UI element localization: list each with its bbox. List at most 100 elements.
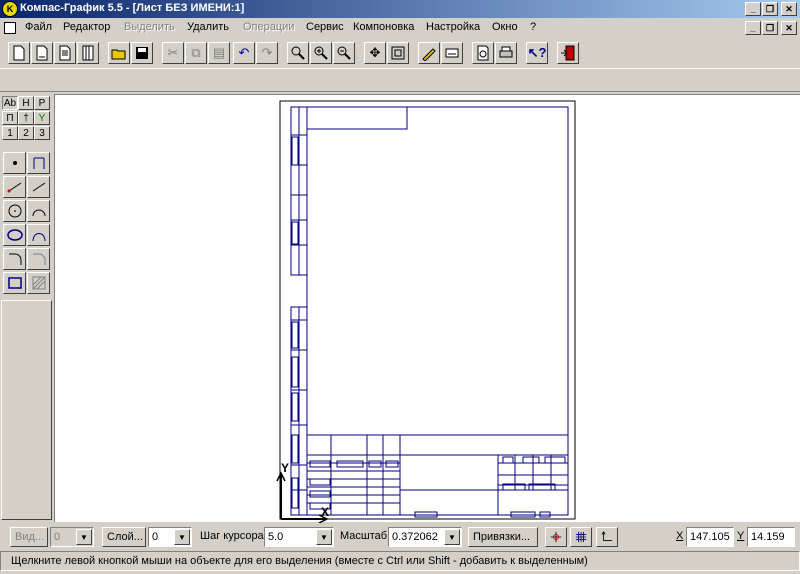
chevron-down-icon[interactable]: ▼ xyxy=(76,529,92,545)
doc-close-button[interactable]: ✕ xyxy=(781,21,797,35)
chevron-down-icon[interactable]: ▼ xyxy=(316,529,332,545)
scale-label: Масштаб xyxy=(340,530,388,542)
cursor-step-combo[interactable]: 5.0 ▼ xyxy=(264,527,334,547)
cut-icon[interactable]: ✂ xyxy=(162,42,184,64)
fillet-tool-icon[interactable] xyxy=(3,248,26,270)
axis-y-label: Y xyxy=(281,461,290,475)
compact-panel: Ab H P П † Y 1 2 3 xyxy=(0,94,53,522)
redo-icon[interactable]: ↷ xyxy=(256,42,278,64)
layer-combo[interactable]: 0 ▼ xyxy=(148,527,192,547)
drawing-canvas[interactable]: Y X xyxy=(54,94,800,524)
drawing-sheet xyxy=(276,100,576,524)
menu-select[interactable]: Выделить xyxy=(124,21,175,33)
new-spec-icon[interactable] xyxy=(77,42,99,64)
view-combo[interactable]: 0 ▼ xyxy=(50,527,94,547)
window-title: Компас-График 5.5 - [Лист БЕЗ ИМЕНИ:1] xyxy=(20,2,245,14)
arc-tool-icon[interactable] xyxy=(27,200,50,222)
document-menu-icon[interactable] xyxy=(4,22,16,34)
point-tool-icon[interactable] xyxy=(3,152,26,174)
preview-icon[interactable] xyxy=(472,42,494,64)
status-bar: Щелкните левой кнопкой мыши на объекте д… xyxy=(0,551,800,571)
minimize-button[interactable]: _ xyxy=(745,2,761,16)
panel-tab-1[interactable]: 1 xyxy=(2,126,18,140)
zoom-out-icon[interactable] xyxy=(333,42,355,64)
new-text-icon[interactable] xyxy=(54,42,76,64)
layer-icon[interactable] xyxy=(441,42,463,64)
layer-button[interactable]: Слой... xyxy=(102,527,146,547)
panel-tab-parameters[interactable]: P xyxy=(34,96,50,110)
snap-toggle-icon[interactable] xyxy=(545,527,567,547)
menu-layout[interactable]: Компоновка xyxy=(353,21,414,33)
menu-service[interactable]: Сервис xyxy=(306,21,344,33)
current-state-bar: Вид... 0 ▼ Слой... 0 ▼ Шаг курсора 5.0 ▼… xyxy=(0,524,800,550)
new-sheet-icon[interactable] xyxy=(31,42,53,64)
copy-icon[interactable]: ⧉ xyxy=(185,42,207,64)
doc-restore-button[interactable]: ❐ xyxy=(762,21,778,35)
y-coord-label: Y xyxy=(737,530,745,542)
zoom-all-icon[interactable] xyxy=(387,42,409,64)
circle-tool-icon[interactable] xyxy=(3,200,26,222)
x-coord-value: 147.105 xyxy=(690,531,730,543)
menu-bar: Файл Редактор Выделить Удалить Операции … xyxy=(0,18,800,38)
properties-icon[interactable] xyxy=(418,42,440,64)
axis-x-label: X xyxy=(321,505,330,519)
spline-tool-icon[interactable] xyxy=(27,224,50,246)
grid-icon[interactable] xyxy=(570,527,592,547)
panel-tab-dimensions[interactable]: H xyxy=(18,96,34,110)
scale-combo[interactable]: 0.372062 ▼ xyxy=(388,527,462,547)
snaps-button[interactable]: Привязки... xyxy=(468,527,538,547)
doc-minimize-button[interactable]: _ xyxy=(745,21,761,35)
print-icon[interactable] xyxy=(495,42,517,64)
menu-help[interactable]: ? xyxy=(530,21,536,33)
main-toolbar: ✂ ⧉ ▤ ↶ ↷ ✥ ↖? xyxy=(0,40,800,68)
kompas-app-icon[interactable]: K xyxy=(2,1,18,17)
y-coord-value: 14.159 xyxy=(751,531,785,543)
open-icon[interactable] xyxy=(108,42,130,64)
panel-tab-2[interactable]: 2 xyxy=(18,126,34,140)
local-coords-icon[interactable] xyxy=(596,527,618,547)
chevron-down-icon[interactable]: ▼ xyxy=(444,529,460,545)
scale-value: 0.372062 xyxy=(392,531,438,543)
parallel-segment-icon[interactable] xyxy=(27,176,50,198)
zoom-in-icon[interactable] xyxy=(310,42,332,64)
panel-empty-area xyxy=(1,300,52,520)
hatch-tool-icon[interactable] xyxy=(27,272,50,294)
new-document-icon[interactable] xyxy=(8,42,30,64)
parameters-toolbar xyxy=(0,68,800,92)
panel-tab-3[interactable]: 3 xyxy=(34,126,50,140)
close-button[interactable]: ✕ xyxy=(781,2,797,16)
zoom-window-icon[interactable] xyxy=(287,42,309,64)
menu-window[interactable]: Окно xyxy=(492,21,518,33)
menu-editor[interactable]: Редактор xyxy=(63,21,110,33)
layer-value: 0 xyxy=(152,531,159,543)
x-coord-field[interactable]: 147.105 xyxy=(686,527,734,547)
menu-file[interactable]: Файл xyxy=(25,21,52,33)
chamfer-tool-icon[interactable] xyxy=(27,248,50,270)
context-help-icon[interactable]: ↖? xyxy=(526,42,548,64)
restore-button[interactable]: ❐ xyxy=(762,2,778,16)
rectangle-tool-icon[interactable] xyxy=(3,272,26,294)
cursor-step-value: 5.0 xyxy=(268,531,284,543)
menu-operations[interactable]: Операции xyxy=(243,21,294,33)
ellipse-tool-icon[interactable] xyxy=(3,224,26,246)
panel-tab-select[interactable]: Y xyxy=(34,111,50,125)
view-value: 0 xyxy=(54,531,61,543)
auxiliary-line-icon[interactable] xyxy=(27,152,50,174)
panel-tab-measure[interactable]: † xyxy=(18,111,34,125)
view-button[interactable]: Вид... xyxy=(10,527,48,547)
cursor-step-label: Шаг курсора xyxy=(200,530,264,542)
panel-tab-edit[interactable]: П xyxy=(2,111,18,125)
exit-icon[interactable] xyxy=(557,42,579,64)
save-icon[interactable] xyxy=(131,42,153,64)
menu-settings[interactable]: Настройка xyxy=(426,21,480,33)
status-message: Щелкните левой кнопкой мыши на объекте д… xyxy=(11,555,588,567)
title-bar: K Компас-График 5.5 - [Лист БЕЗ ИМЕНИ:1]… xyxy=(0,0,800,18)
undo-icon[interactable]: ↶ xyxy=(233,42,255,64)
pan-icon[interactable]: ✥ xyxy=(364,42,386,64)
menu-delete[interactable]: Удалить xyxy=(187,21,229,33)
y-coord-field[interactable]: 14.159 xyxy=(747,527,795,547)
segment-tool-icon[interactable] xyxy=(3,176,26,198)
chevron-down-icon[interactable]: ▼ xyxy=(174,529,190,545)
paste-icon[interactable]: ▤ xyxy=(208,42,230,64)
panel-tab-text[interactable]: Ab xyxy=(2,96,18,110)
